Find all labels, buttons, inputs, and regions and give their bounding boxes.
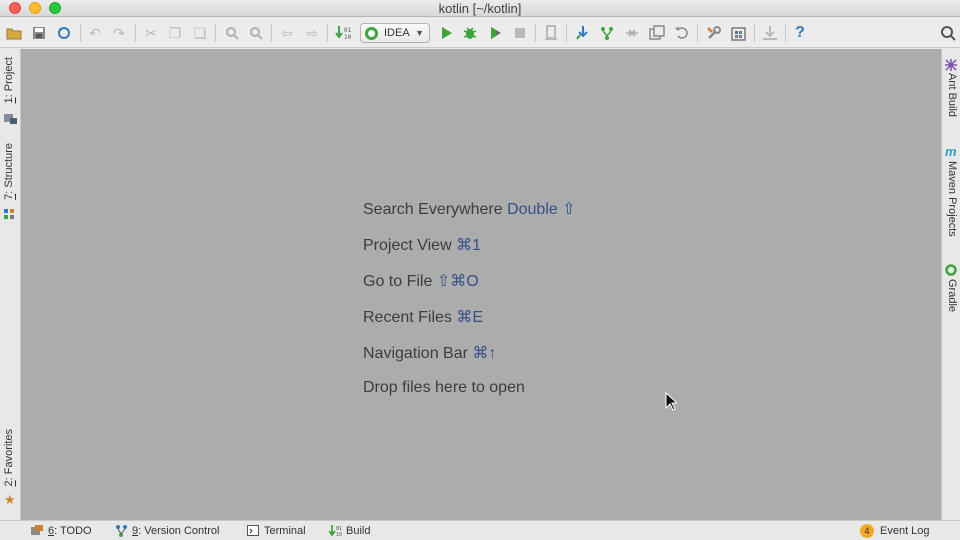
settings-icon[interactable] — [704, 23, 724, 43]
save-icon[interactable] — [29, 23, 49, 43]
vcs-history-icon[interactable] — [647, 23, 667, 43]
vcs-compare-icon[interactable] — [622, 23, 642, 43]
svg-text:01: 01 — [344, 27, 351, 34]
tab-gradle[interactable]: Gradle — [946, 279, 958, 312]
version-control-tab[interactable]: 9: Version Control — [115, 525, 219, 537]
debug-icon[interactable] — [460, 23, 480, 43]
window-title: kotlin [~/kotlin] — [438, 1, 522, 16]
star-icon: ★ — [4, 492, 16, 507]
tab-project[interactable]: 1: Project — [3, 57, 15, 103]
editor-empty-area[interactable]: Search Everywhere Double ⇧ Project View … — [21, 49, 941, 520]
svg-text:10: 10 — [336, 532, 342, 537]
terminal-icon — [247, 525, 260, 537]
run-with-coverage-icon[interactable] — [485, 23, 505, 43]
tab-maven-projects[interactable]: Maven Projects — [946, 161, 958, 237]
cut-icon[interactable]: ✂ — [141, 23, 161, 43]
build-tab[interactable]: 01 10 Build — [328, 525, 370, 538]
build-icon: 01 10 — [328, 525, 342, 538]
hint-search-everywhere: Search Everywhere Double ⇧ — [363, 201, 576, 218]
project-folder-icon — [4, 111, 17, 124]
chevron-down-icon: ▼ — [415, 28, 424, 38]
left-tool-strip: 1: Project 7: Structure 2: Favorites ★ — [0, 49, 21, 520]
make-project-icon[interactable]: 01 10 — [333, 23, 353, 43]
run-configuration-select[interactable]: IDEA ▼ — [360, 23, 430, 43]
hint-project-view: Project View ⌘1 — [363, 237, 481, 254]
event-log-tab[interactable]: 4 Event Log — [860, 524, 930, 538]
hint-recent-files: Recent Files ⌘E — [363, 309, 484, 326]
maven-icon: m — [945, 144, 957, 159]
title-bar: kotlin [~/kotlin] — [0, 0, 960, 17]
tab-structure[interactable]: 7: Structure — [3, 143, 15, 200]
hint-drop-files: Drop files here to open — [363, 379, 525, 396]
paste-icon[interactable]: ❏ — [190, 23, 210, 43]
stop-icon[interactable] — [510, 23, 530, 43]
right-tool-strip: Ant Build m Maven Projects Gradle — [941, 49, 960, 520]
todo-tab[interactable]: 6: TODO — [31, 525, 92, 537]
todo-icon — [31, 525, 44, 537]
help-icon[interactable]: ? — [790, 23, 810, 43]
editor-hints: Search Everywhere Double ⇧ Project View … — [363, 199, 576, 415]
main-toolbar: ↶ ↷ ✂ ❐ ❏ ⇦ ⇨ 01 10 IDEA ▼ ? — [0, 18, 960, 48]
run-config-label: IDEA — [384, 27, 410, 39]
event-count-badge: 4 — [860, 524, 874, 538]
hint-go-to-file: Go to File ⇧⌘O — [363, 273, 479, 290]
vcs-branch-icon — [115, 525, 128, 537]
tab-ant-build[interactable]: Ant Build — [946, 73, 958, 117]
run-icon[interactable] — [436, 23, 456, 43]
vcs-commit-icon[interactable] — [597, 23, 617, 43]
terminal-tab[interactable]: Terminal — [247, 525, 306, 537]
status-bar: 6: TODO 9: Version Control Terminal 01 10… — [0, 520, 960, 540]
redo-icon[interactable]: ↷ — [109, 23, 129, 43]
attach-debugger-icon[interactable] — [541, 23, 561, 43]
replace-icon[interactable] — [246, 23, 266, 43]
copy-icon[interactable]: ❐ — [165, 23, 185, 43]
svg-text:10: 10 — [344, 34, 351, 41]
project-structure-icon[interactable] — [729, 23, 749, 43]
hint-navigation-bar: Navigation Bar ⌘↑ — [363, 345, 497, 362]
run-config-icon — [365, 26, 378, 40]
forward-icon[interactable]: ⇨ — [302, 23, 322, 43]
undo-icon[interactable]: ↶ — [85, 23, 105, 43]
mouse-cursor-icon — [665, 391, 679, 416]
find-icon[interactable] — [222, 23, 242, 43]
search-everywhere-icon[interactable] — [938, 23, 958, 43]
back-icon[interactable]: ⇦ — [277, 23, 297, 43]
vcs-revert-icon[interactable] — [672, 23, 692, 43]
open-folder-icon[interactable] — [4, 23, 24, 43]
sdk-manager-icon[interactable] — [760, 23, 780, 43]
structure-icon — [4, 207, 17, 219]
tab-favorites[interactable]: 2: Favorites — [3, 429, 15, 486]
vcs-update-icon[interactable] — [573, 23, 593, 43]
sync-icon[interactable] — [54, 23, 74, 43]
